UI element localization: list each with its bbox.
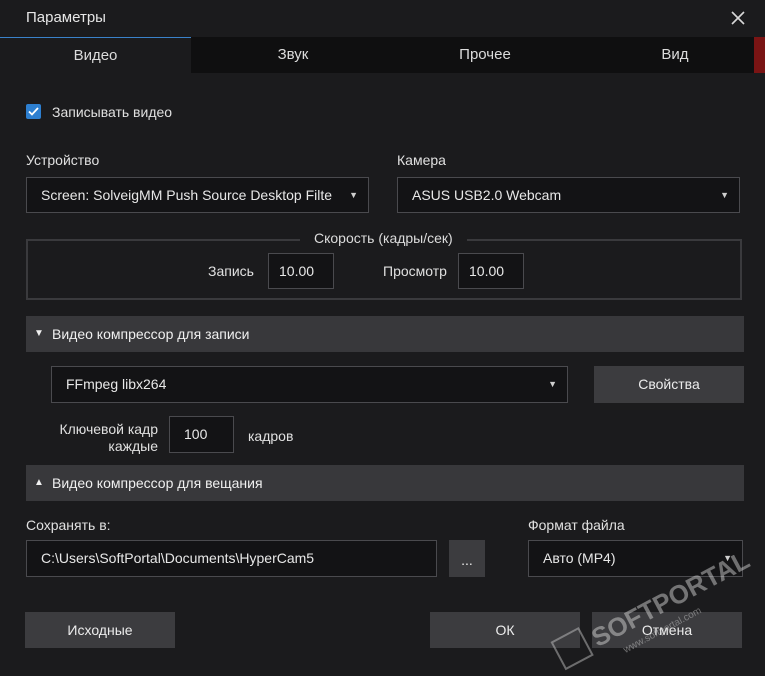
- tab-view[interactable]: Вид: [575, 37, 765, 73]
- record-video-label[interactable]: Записывать видео: [52, 104, 172, 120]
- save-label: Сохранять в:: [26, 517, 111, 533]
- keyframe-input[interactable]: 100: [169, 416, 234, 453]
- file-format-value: Авто (MP4): [543, 550, 616, 566]
- preview-fps-label: Просмотр: [383, 263, 447, 279]
- stream-compressor-section-header[interactable]: ▲ Видео компрессор для вещания: [26, 465, 744, 501]
- device-select[interactable]: Screen: SolveigMM Push Source Desktop Fi…: [26, 177, 369, 213]
- keyframe-label-line-1: Ключевой кадр: [59, 421, 158, 437]
- record-fps-label: Запись: [208, 263, 254, 279]
- save-path-input[interactable]: C:\Users\SoftPortal\Documents\HyperCam5: [26, 540, 437, 577]
- dropdown-arrow-icon: ▼: [548, 379, 557, 389]
- keyframe-unit: кадров: [248, 428, 294, 444]
- tab-bar-edge: [754, 37, 765, 73]
- record-fps-input[interactable]: 10.00: [268, 253, 334, 289]
- record-compressor-value: FFmpeg libx264: [66, 376, 167, 392]
- camera-value: ASUS USB2.0 Webcam: [412, 187, 562, 203]
- ok-button[interactable]: ОК: [430, 612, 580, 648]
- window-title: Параметры: [26, 9, 106, 26]
- tab-video[interactable]: Видео: [0, 37, 191, 73]
- record-compressor-section-header[interactable]: ▼ Видео компрессор для записи: [26, 316, 744, 352]
- checkmark-icon: [28, 107, 39, 116]
- cancel-button[interactable]: Отмена: [592, 612, 742, 648]
- file-format-label: Формат файла: [528, 517, 625, 533]
- record-compressor-select[interactable]: FFmpeg libx264 ▼: [51, 366, 568, 403]
- device-value: Screen: SolveigMM Push Source Desktop Fi…: [41, 187, 333, 203]
- record-compressor-title: Видео компрессор для записи: [52, 326, 250, 342]
- file-format-select[interactable]: Авто (MP4) ▼: [528, 540, 743, 577]
- chevron-down-icon: ▼: [34, 328, 44, 339]
- properties-button[interactable]: Свойства: [594, 366, 744, 403]
- camera-select[interactable]: ASUS USB2.0 Webcam ▼: [397, 177, 740, 213]
- stream-compressor-title: Видео компрессор для вещания: [52, 475, 263, 491]
- keyframe-label-line-2: каждые: [108, 438, 158, 454]
- defaults-button[interactable]: Исходные: [25, 612, 175, 648]
- tab-sound[interactable]: Звук: [191, 37, 395, 73]
- dropdown-arrow-icon: ▼: [723, 553, 732, 563]
- title-bar: [0, 0, 765, 36]
- camera-label: Камера: [397, 152, 446, 168]
- tab-other[interactable]: Прочее: [395, 37, 575, 73]
- close-icon[interactable]: [728, 8, 748, 28]
- keyframe-label: Ключевой кадр каждые: [40, 421, 158, 455]
- preview-fps-input[interactable]: 10.00: [458, 253, 524, 289]
- record-video-checkbox[interactable]: [26, 104, 41, 119]
- chevron-up-icon: ▲: [34, 477, 44, 488]
- device-label: Устройство: [26, 152, 100, 168]
- speed-group-title: Скорость (кадры/сек): [300, 230, 467, 246]
- dropdown-arrow-icon: ▼: [349, 190, 358, 200]
- browse-button[interactable]: ...: [449, 540, 485, 577]
- dropdown-arrow-icon: ▼: [720, 190, 729, 200]
